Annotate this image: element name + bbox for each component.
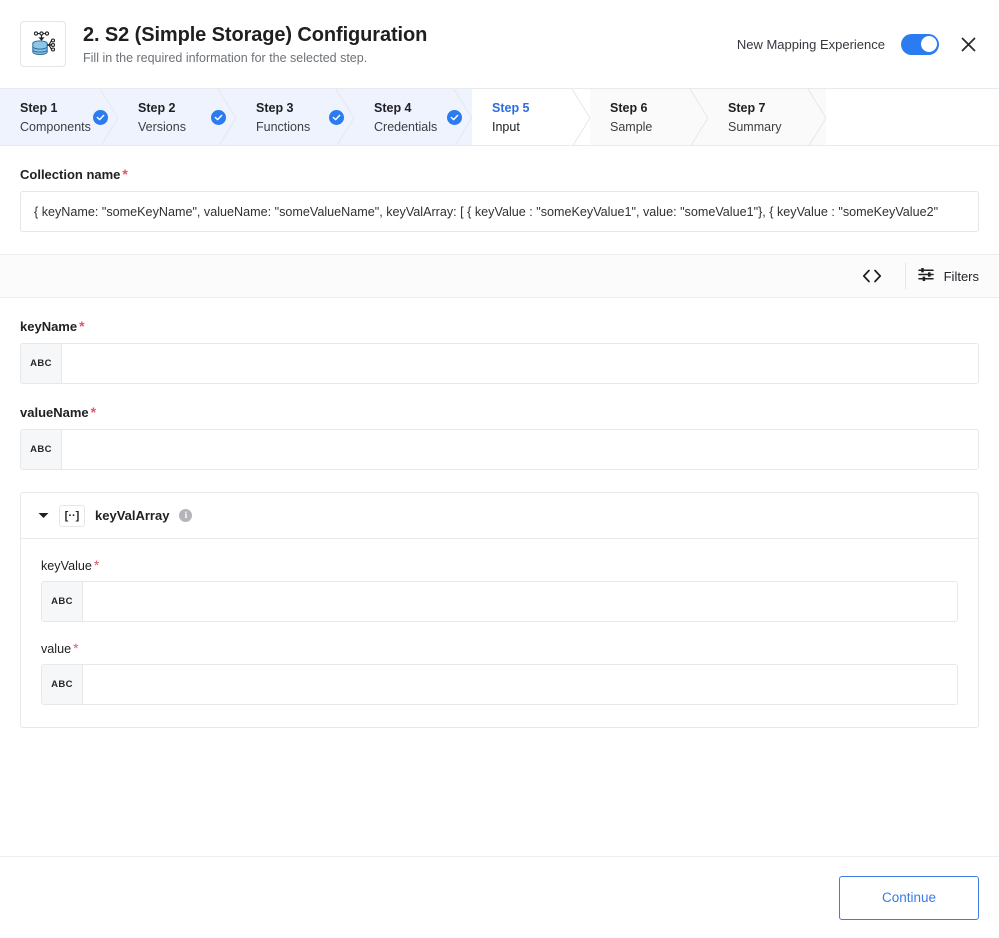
keyvalue-input[interactable] [83,582,957,621]
close-icon[interactable] [955,31,981,57]
page-subtitle: Fill in the required information for the… [83,50,368,65]
required-asterisk: * [79,318,85,334]
keyvalue-type-badge[interactable]: ABC [42,582,83,621]
header-text-block: 2. S2 (Simple Storage) Configuration Fil… [83,23,427,66]
info-icon[interactable]: i [179,509,193,522]
toggle-knob [920,36,937,52]
sliders-icon [917,267,935,285]
step-name: Sample [610,119,653,134]
step-name: Components [20,119,91,134]
step-item-2[interactable]: Step 2 Versions [118,89,237,145]
step-name: Functions [256,119,311,134]
database-storage-icon [20,21,66,67]
keyvalarray-header[interactable]: [··] keyValArray i [21,493,978,539]
keyname-label: keyName * [20,298,979,343]
keyvalue-label: keyValue * [41,539,958,581]
step-item-7[interactable]: Step 7 Summary [708,89,827,145]
required-asterisk: * [93,557,100,573]
valuename-input[interactable] [62,430,978,469]
step-item-3[interactable]: Step 3 Functions [236,89,355,145]
step-item-1[interactable]: Step 1 Components [0,89,119,145]
valuename-label: valueName * [20,384,979,429]
step-chevron [572,89,591,145]
keyname-input-row: ABC [20,343,979,384]
page-title: 2. S2 (Simple Storage) Configuration [83,23,428,46]
step-chevron [690,89,709,145]
keyvalue-label-text: keyValue [41,559,92,573]
step-chevron [808,89,827,145]
filters-label: Filters [943,268,979,284]
keyname-label-text: keyName [20,319,78,334]
step-item-6[interactable]: Step 6 Sample [590,89,709,145]
value-label-text: value [41,642,72,656]
step-number: Step 6 [610,100,648,115]
step-number: Step 5 [492,100,530,115]
step-complete-check-icon [447,110,462,125]
page-header: 2. S2 (Simple Storage) Configuration Fil… [0,0,999,88]
step-number: Step 7 [728,100,766,115]
mapping-toolbar: Filters [0,254,999,298]
required-asterisk: * [122,166,128,182]
stepper-tail [826,89,999,145]
valuename-label-text: valueName [20,405,89,420]
keyvalue-input-row: ABC [41,581,958,622]
required-asterisk: * [73,640,79,656]
keyvalarray-card: [··] keyValArray i keyValue * ABC value * … [20,492,979,728]
keyname-type-badge[interactable]: ABC [21,344,62,383]
collection-name-input[interactable]: { keyName: "someKeyName", valueName: "so… [20,191,979,232]
step-complete-check-icon [211,110,226,125]
valuename-input-row: ABC [20,429,979,470]
continue-button[interactable]: Continue [839,875,979,920]
step-name: Versions [138,119,186,134]
collection-name-label-text: Collection name [20,167,121,182]
step-complete-check-icon [93,110,108,125]
step-name: Input [492,119,520,134]
keyvalarray-body: keyValue * ABC value * ABC [21,539,978,727]
keyvalarray-type-badge: [··] [59,504,85,527]
collection-name-label: Collection name * [20,146,979,191]
wizard-footer: Continue [0,856,999,938]
step-number: Step 1 [20,100,58,115]
step-item-4[interactable]: Step 4 Credentials [354,89,473,145]
step-name: Credentials [374,119,438,134]
valuename-type-badge[interactable]: ABC [21,430,62,469]
value-input-row: ABC [41,664,958,705]
filters-button[interactable]: Filters [917,267,979,285]
toolbar-divider [904,263,906,289]
collection-name-section: Collection name * { keyName: "someKeyName… [0,146,999,232]
step-complete-check-icon [329,110,344,125]
value-type-badge[interactable]: ABC [42,665,83,704]
step-item-5[interactable]: Step 5 Input [472,89,591,145]
keyvalarray-label: keyValArray [95,508,170,523]
input-fields-section: keyName * ABC valueName * ABC [··] keyValA… [0,298,999,728]
step-number: Step 3 [256,100,294,115]
value-label: value * [41,622,958,664]
required-asterisk: * [90,404,97,420]
new-mapping-experience-label: New Mapping Experience [736,36,885,52]
keyname-input[interactable] [62,344,978,383]
wizard-stepper: Step 1 Components Step 2 Versions Step 3… [0,88,999,146]
step-name: Summary [728,119,782,134]
code-view-icon[interactable] [851,254,893,298]
value-input[interactable] [83,665,957,704]
step-number: Step 2 [138,100,176,115]
form-body: Collection name * { keyName: "someKeyName… [0,146,999,728]
step-number: Step 4 [374,100,412,115]
new-mapping-experience-toggle[interactable] [901,33,939,55]
chevron-down-icon[interactable] [38,510,49,521]
header-actions: New Mapping Experience [737,31,981,57]
